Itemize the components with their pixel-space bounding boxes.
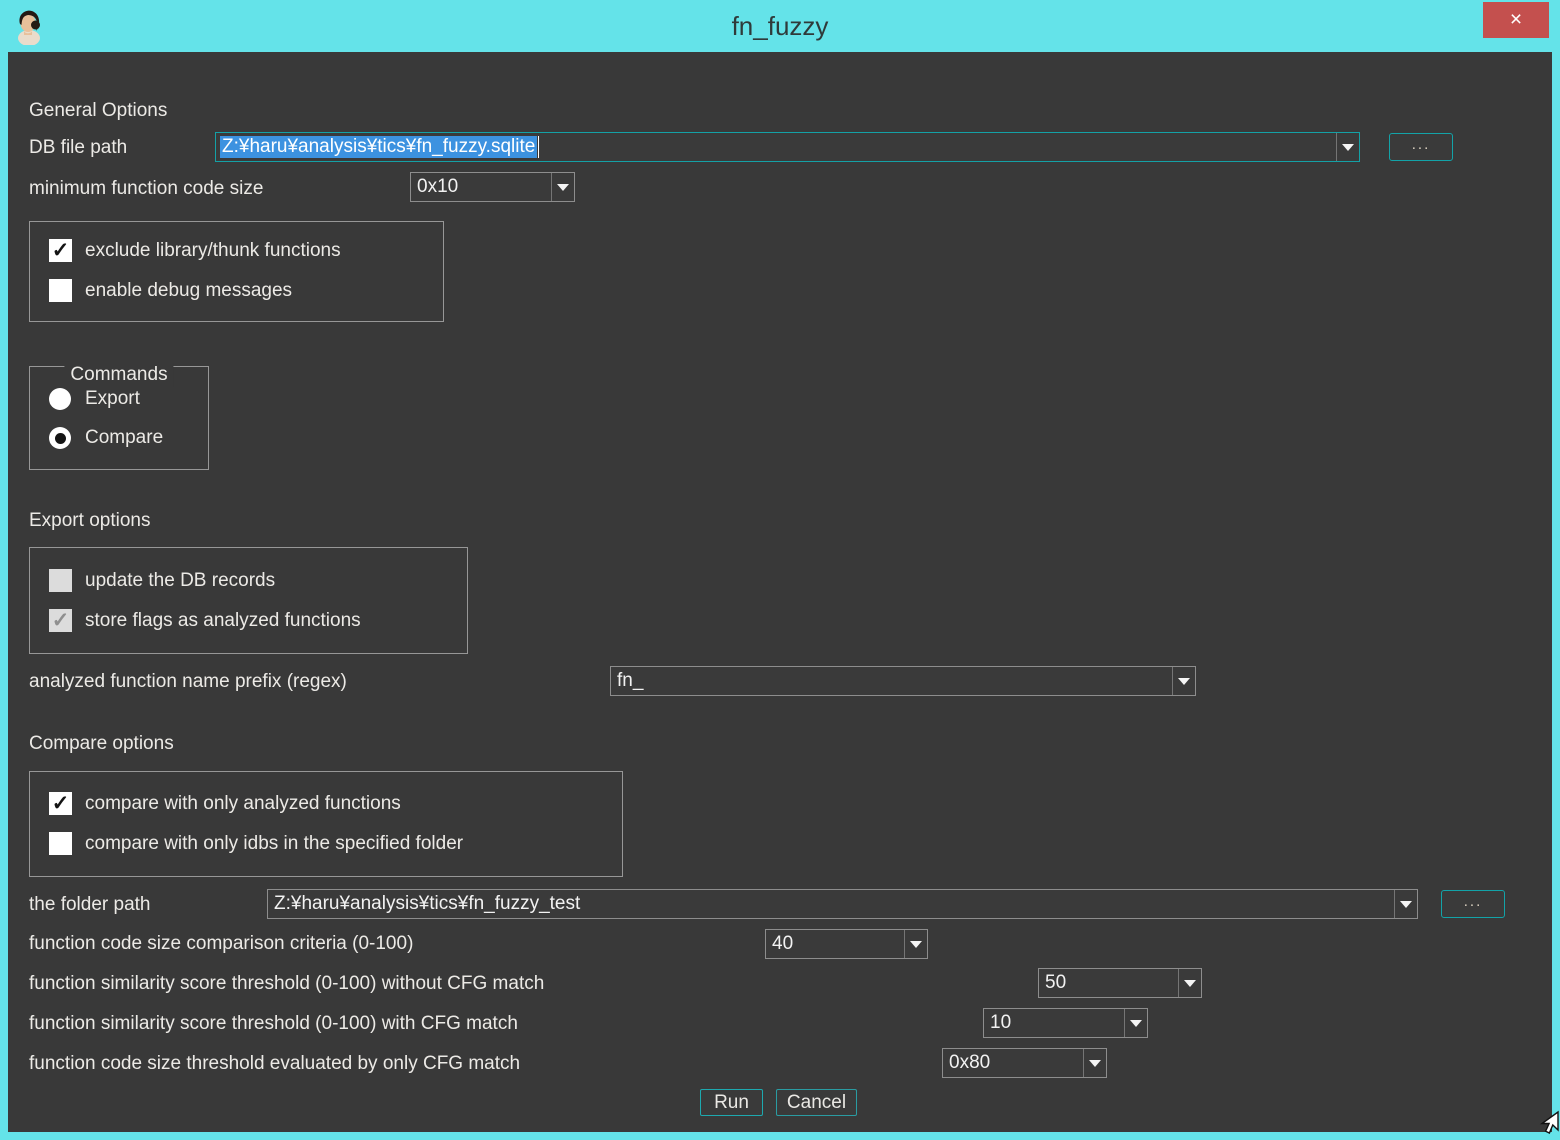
commands-group: Commands bbox=[29, 366, 209, 470]
chevron-down-icon bbox=[1130, 1020, 1142, 1027]
chevron-down-icon bbox=[910, 941, 922, 948]
chevron-down-icon bbox=[1178, 678, 1190, 685]
section-general-options: General Options bbox=[29, 99, 167, 123]
param-label-similarity-with-cfg: function similarity score threshold (0-1… bbox=[29, 1012, 518, 1036]
selected-text: Z:¥haru¥analysis¥tics¥fn_fuzzy.sqlite bbox=[220, 136, 537, 158]
db-file-path-combo[interactable]: Z:¥haru¥analysis¥tics¥fn_fuzzy.sqlite bbox=[215, 132, 1360, 162]
db-file-path-value: Z:¥haru¥analysis¥tics¥fn_fuzzy.sqlite bbox=[216, 133, 1336, 161]
prefix-regex-combo[interactable]: fn_ bbox=[610, 666, 1196, 696]
folder-path-value: Z:¥haru¥analysis¥tics¥fn_fuzzy_test bbox=[268, 890, 1394, 918]
checkbox-enable-debug[interactable]: ✓ enable debug messages bbox=[49, 279, 292, 302]
radio-compare[interactable]: Compare bbox=[49, 427, 163, 449]
commands-legend: Commands bbox=[64, 363, 173, 387]
checkbox-label: update the DB records bbox=[85, 570, 275, 592]
param-combo-similarity-with-cfg[interactable]: 10 bbox=[983, 1008, 1148, 1038]
param-value: 40 bbox=[766, 930, 904, 958]
param-dropdown[interactable] bbox=[1178, 969, 1201, 997]
folder-path-dropdown[interactable] bbox=[1394, 890, 1417, 918]
checkbox-box: ✓ bbox=[49, 239, 72, 262]
db-file-path-dropdown[interactable] bbox=[1336, 133, 1359, 161]
param-dropdown[interactable] bbox=[1124, 1009, 1147, 1037]
cancel-button[interactable]: Cancel bbox=[776, 1089, 857, 1116]
param-label-code-size-criteria: function code size comparison criteria (… bbox=[29, 932, 413, 956]
radio-circle bbox=[49, 388, 71, 410]
text-caret bbox=[538, 136, 539, 158]
checkbox-label: enable debug messages bbox=[85, 280, 292, 302]
checkbox-label: exclude library/thunk functions bbox=[85, 240, 341, 262]
chevron-down-icon bbox=[1184, 980, 1196, 987]
param-label-code-size-cfg-only: function code size threshold evaluated b… bbox=[29, 1052, 520, 1076]
window-title: fn_fuzzy bbox=[0, 11, 1560, 42]
checkbox-label: compare with only analyzed functions bbox=[85, 793, 401, 815]
section-compare-options: Compare options bbox=[29, 732, 174, 756]
checkbox-update-db-records: ✓ update the DB records bbox=[49, 569, 275, 592]
radio-label: Export bbox=[85, 388, 140, 410]
compare-checkbox-group bbox=[29, 771, 623, 877]
checkbox-compare-only-analyzed[interactable]: ✓ compare with only analyzed functions bbox=[49, 792, 401, 815]
checkbox-label: store flags as analyzed functions bbox=[85, 610, 361, 632]
prefix-regex-dropdown[interactable] bbox=[1172, 667, 1195, 695]
close-icon: × bbox=[1510, 8, 1522, 32]
param-dropdown[interactable] bbox=[904, 930, 927, 958]
section-export-options: Export options bbox=[29, 509, 150, 533]
prefix-regex-value: fn_ bbox=[611, 667, 1172, 695]
general-checkbox-group bbox=[29, 221, 444, 322]
mouse-cursor-icon bbox=[1534, 1110, 1560, 1140]
close-button[interactable]: × bbox=[1483, 2, 1549, 38]
checkbox-label: compare with only idbs in the specified … bbox=[85, 833, 463, 855]
min-code-size-value: 0x10 bbox=[411, 173, 551, 201]
radio-label: Compare bbox=[85, 427, 163, 449]
radio-export[interactable]: Export bbox=[49, 388, 140, 410]
checkbox-box: ✓ bbox=[49, 792, 72, 815]
folder-path-combo[interactable]: Z:¥haru¥analysis¥tics¥fn_fuzzy_test bbox=[267, 889, 1418, 919]
checkbox-store-flags-analyzed: ✓ store flags as analyzed functions bbox=[49, 609, 361, 632]
param-combo-code-size-criteria[interactable]: 40 bbox=[765, 929, 928, 959]
param-label-similarity-without-cfg: function similarity score threshold (0-1… bbox=[29, 972, 544, 996]
param-value: 50 bbox=[1039, 969, 1178, 997]
chevron-down-icon bbox=[1342, 144, 1354, 151]
run-button[interactable]: Run bbox=[700, 1089, 763, 1116]
param-combo-code-size-cfg-only[interactable]: 0x80 bbox=[942, 1048, 1107, 1078]
chevron-down-icon bbox=[1089, 1060, 1101, 1067]
checkbox-exclude-library-thunk[interactable]: ✓ exclude library/thunk functions bbox=[49, 239, 341, 262]
param-value: 0x80 bbox=[943, 1049, 1083, 1077]
prefix-regex-label: analyzed function name prefix (regex) bbox=[29, 670, 347, 694]
checkbox-box: ✓ bbox=[49, 279, 72, 302]
param-dropdown[interactable] bbox=[1083, 1049, 1106, 1077]
checkbox-box: ✓ bbox=[49, 832, 72, 855]
checkbox-box: ✓ bbox=[49, 569, 72, 592]
checkbox-compare-only-idbs[interactable]: ✓ compare with only idbs in the specifie… bbox=[49, 832, 463, 855]
db-file-path-browse-button[interactable]: ... bbox=[1389, 133, 1453, 161]
folder-path-browse-button[interactable]: ... bbox=[1441, 890, 1505, 918]
titlebar[interactable]: fn_fuzzy × bbox=[0, 0, 1560, 52]
param-combo-similarity-without-cfg[interactable]: 50 bbox=[1038, 968, 1202, 998]
checkbox-box: ✓ bbox=[49, 609, 72, 632]
chevron-down-icon bbox=[557, 184, 569, 191]
chevron-down-icon bbox=[1400, 901, 1412, 908]
folder-path-label: the folder path bbox=[29, 893, 150, 917]
min-code-size-label: minimum function code size bbox=[29, 177, 263, 201]
min-code-size-dropdown[interactable] bbox=[551, 173, 574, 201]
radio-circle bbox=[49, 427, 71, 449]
min-code-size-combo[interactable]: 0x10 bbox=[410, 172, 575, 202]
export-checkbox-group bbox=[29, 547, 468, 654]
param-value: 10 bbox=[984, 1009, 1124, 1037]
db-file-path-label: DB file path bbox=[29, 136, 127, 160]
